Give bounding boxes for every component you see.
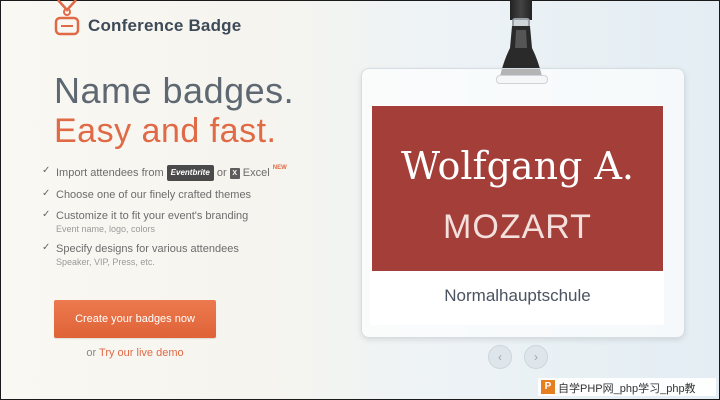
excel-icon: X	[229, 167, 240, 179]
feature-themes-text: Choose one of our finely crafted themes	[56, 189, 252, 201]
demo-prefix: or	[86, 347, 97, 359]
feature-customize-sub: Event name, logo, colors	[56, 224, 156, 234]
new-badge: NEW	[272, 165, 287, 171]
check-icon: ✓	[42, 242, 51, 253]
headline-primary: Name badges.	[54, 70, 295, 111]
feature-item-designs: ✓ Specify designs for various attendees …	[42, 242, 342, 268]
feature-designs-text: Specify designs for various attendees	[56, 243, 239, 255]
feature-import-text: Import attendees from	[56, 166, 164, 179]
feature-designs-sub: Speaker, VIP, Press, etc.	[56, 257, 155, 267]
feature-or-text: or	[216, 166, 227, 179]
badge-organization: Normalhauptschule	[444, 286, 591, 305]
feature-item-themes: ✓ Choose one of our finely crafted theme…	[42, 188, 342, 202]
headline-secondary: Easy and fast.	[54, 112, 277, 150]
brand-name: Conference Badge	[88, 16, 242, 35]
previous-badge-button[interactable]: ‹	[488, 345, 512, 369]
badge-first-name: Wolfgang A.	[401, 144, 634, 188]
brand-logo[interactable]: Conference Badge	[52, 0, 282, 40]
next-badge-button[interactable]: ›	[524, 345, 548, 369]
badge-last-name: MOZART	[443, 208, 592, 246]
eventbrite-logo[interactable]: Eventbrite	[166, 165, 214, 181]
create-badges-button[interactable]: Create your badges now	[54, 300, 216, 338]
check-icon: ✓	[42, 209, 51, 220]
feature-item-import: ✓ Import attendees from Eventbrite or X …	[42, 165, 342, 181]
check-icon: ✓	[42, 188, 51, 199]
watermark: P 自学PHP网_php学习_php教	[538, 378, 716, 396]
lanyard-strap	[510, 0, 532, 20]
badge-slot	[496, 75, 548, 84]
excel-label[interactable]: Excel	[243, 167, 270, 179]
feature-list: ✓ Import attendees from Eventbrite or X …	[42, 165, 342, 275]
demo-line: or Try our live demo	[54, 347, 216, 359]
lanyard-badge-icon	[54, 0, 80, 36]
watermark-text: 自学PHP网_php学习_php教	[558, 383, 696, 395]
feature-item-customize: ✓ Customize it to fit your event's brand…	[42, 209, 342, 235]
check-icon: ✓	[42, 165, 51, 176]
feature-customize-text: Customize it to fit your event's brandin…	[56, 210, 249, 222]
live-demo-link[interactable]: Try our live demo	[99, 347, 184, 359]
watermark-logo: P	[541, 380, 555, 394]
